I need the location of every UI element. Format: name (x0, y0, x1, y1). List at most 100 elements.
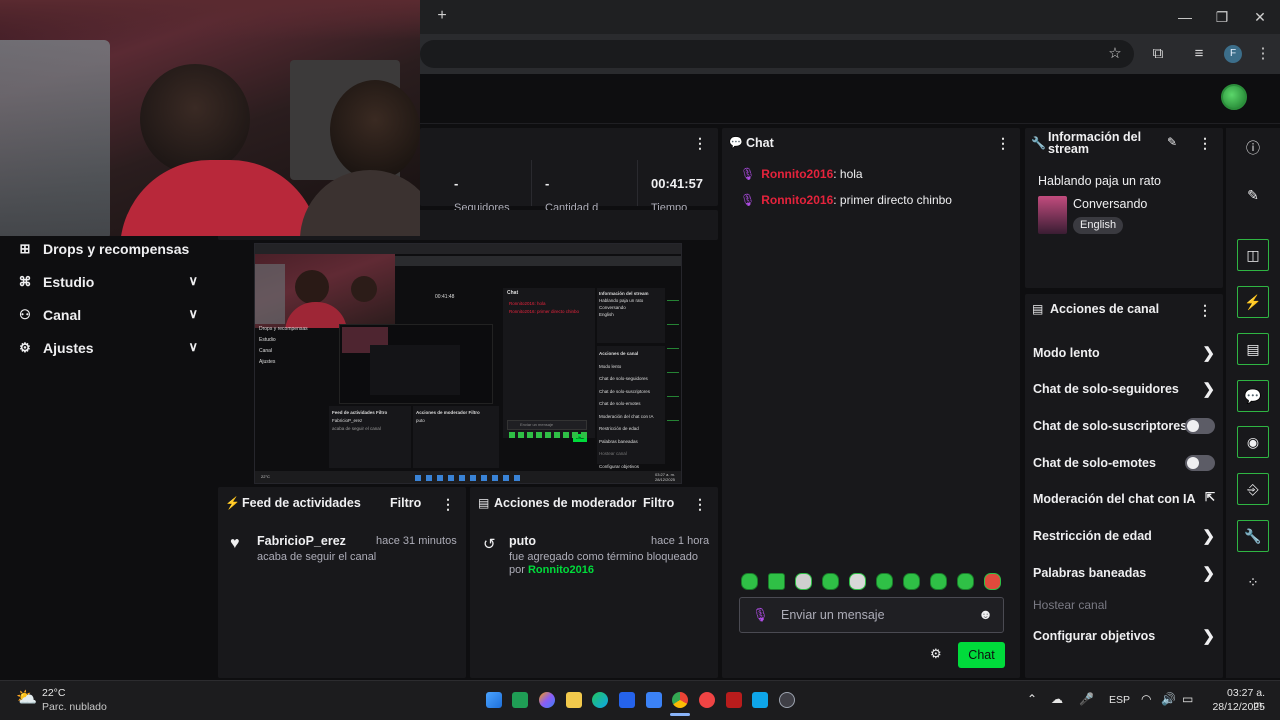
clock-date[interactable]: 28/12/2025 (1211, 701, 1265, 713)
log-icon: ▤ (478, 496, 490, 510)
webcam-overlay (0, 0, 420, 236)
stats-more-icon[interactable]: ⋮ (693, 135, 707, 152)
notes-action-button[interactable]: ▤ (1237, 333, 1269, 365)
excel-icon[interactable] (512, 692, 528, 708)
nav-label: Estudio (43, 274, 95, 290)
microphone-icon[interactable]: 🎤 (1079, 692, 1094, 706)
emote-button[interactable] (903, 573, 920, 590)
moderator-username[interactable]: Ronnito2016 (528, 564, 594, 576)
file-explorer-icon[interactable] (566, 692, 582, 708)
weather-icon[interactable]: ⛅ (16, 688, 37, 708)
action-label: Moderación del chat con IA (1033, 492, 1196, 506)
stream-preview-video[interactable]: Drops y recompensas Estudio Canal Ajuste… (254, 243, 682, 484)
profile-avatar[interactable]: F (1224, 45, 1242, 63)
blocked-term: puto (509, 534, 537, 548)
info-icon[interactable]: ⓘ (1241, 136, 1265, 160)
nav-channel[interactable]: ⚇ Canal ∨ (16, 303, 204, 327)
action-followers-only[interactable]: Chat de solo-seguidores ❯ (1033, 379, 1215, 399)
feed-username[interactable]: FabricioP_erez (257, 534, 346, 548)
action-age-restriction[interactable]: Restricción de edad ❯ (1033, 526, 1215, 546)
edit-pencil-icon[interactable]: ✎ (1241, 183, 1265, 207)
nested-right-rail (667, 288, 679, 438)
chat-more-icon[interactable]: ⋮ (996, 135, 1010, 152)
app-icon-gray[interactable] (779, 692, 795, 708)
start-button-icon[interactable] (486, 692, 502, 708)
broadcast-action-button[interactable]: ◉ (1237, 426, 1269, 458)
channel-actions-more-icon[interactable]: ⋮ (1198, 302, 1212, 319)
minimize-button[interactable]: — (1175, 8, 1195, 26)
subscribers-only-toggle[interactable] (1185, 418, 1215, 434)
emote-button[interactable] (795, 573, 812, 590)
nav-settings[interactable]: ⚙ Ajustes ∨ (16, 336, 204, 360)
action-ai-moderation[interactable]: Moderación del chat con IA ⇱ (1033, 489, 1215, 509)
emote-button[interactable] (768, 573, 785, 590)
bookmark-star-icon[interactable]: ☆ (1104, 44, 1126, 64)
address-input[interactable] (420, 40, 1134, 68)
wrench-action-button[interactable]: 🔧 (1237, 520, 1269, 552)
category-boxart[interactable] (1038, 196, 1067, 234)
activity-feed-more-icon[interactable]: ⋮ (441, 496, 455, 513)
chat-username[interactable]: Ronnito2016 (761, 193, 833, 207)
stream-info-more-icon[interactable]: ⋮ (1198, 135, 1212, 152)
nav-drops[interactable]: ⊞ Drops y recompensas (16, 237, 204, 261)
action-label: Chat de solo-seguidores (1033, 382, 1179, 396)
media-controls-icon[interactable]: ≡ (1188, 44, 1210, 64)
stream-category[interactable]: Conversando (1073, 197, 1147, 211)
raid-action-button[interactable]: ⎆ (1237, 473, 1269, 505)
emote-button[interactable] (741, 573, 758, 590)
moderator-actions-filter-button[interactable]: Filtro (643, 496, 674, 510)
emote-button[interactable] (876, 573, 893, 590)
onedrive-icon[interactable]: ☁ (1051, 692, 1063, 706)
emote-picker-icon[interactable]: ☻ (978, 606, 993, 622)
action-label: Palabras baneadas (1033, 566, 1147, 580)
app-icon-blue[interactable] (752, 692, 768, 708)
chat-settings-gear-icon[interactable]: ⚙ (930, 646, 942, 662)
emote-button[interactable] (957, 573, 974, 590)
chat-input[interactable]: 🎙 Enviar un mensaje ☻ (739, 597, 1004, 633)
emote-button[interactable] (822, 573, 839, 590)
add-action-icon[interactable]: ⁘ (1241, 570, 1265, 594)
moderator-actions-title: Acciones de moderador (494, 496, 637, 510)
nav-studio[interactable]: ⌘ Estudio ∨ (16, 270, 204, 294)
chat-send-button[interactable]: Chat (958, 642, 1005, 668)
action-host-channel: Hostear canal (1033, 595, 1215, 615)
battery-icon[interactable]: ▭ (1182, 692, 1193, 706)
emote-only-toggle[interactable] (1185, 455, 1215, 471)
boost-action-button[interactable]: ⚡ (1237, 286, 1269, 318)
activity-feed-filter-button[interactable]: Filtro (390, 496, 421, 510)
browser-menu-icon[interactable]: ⋮ (1252, 44, 1274, 64)
volume-icon[interactable]: 🔊 (1161, 692, 1176, 706)
heart-icon: ♥ (230, 535, 240, 552)
stat-divider (531, 160, 532, 206)
restore-button[interactable]: ❐ (1212, 8, 1232, 26)
copilot-icon[interactable] (539, 692, 555, 708)
gift-icon: ⊞ (19, 241, 31, 256)
new-tab-button[interactable]: + (434, 7, 450, 25)
chrome-icon[interactable] (672, 692, 688, 708)
weather-temperature: 22°C (42, 687, 66, 699)
chat-action-button[interactable]: 💬 (1237, 380, 1269, 412)
chat-username[interactable]: Ronnito2016 (761, 167, 833, 181)
emote-button[interactable] (849, 573, 866, 590)
app-icon-dark-red[interactable] (726, 692, 742, 708)
user-avatar[interactable] (1221, 84, 1247, 110)
emote-button[interactable] (984, 573, 1001, 590)
edit-pencil-icon[interactable]: ✎ (1167, 135, 1177, 149)
edge-icon[interactable] (592, 692, 608, 708)
outlook-icon[interactable] (619, 692, 635, 708)
clip-action-button[interactable]: ◫ (1237, 239, 1269, 271)
action-goals[interactable]: Configurar objetivos ❯ (1033, 626, 1215, 646)
word-icon[interactable] (646, 692, 662, 708)
wifi-icon[interactable]: ◠ (1141, 692, 1151, 706)
emote-button[interactable] (930, 573, 947, 590)
close-window-button[interactable]: ✕ (1250, 8, 1270, 26)
language-tag[interactable]: English (1073, 217, 1124, 234)
action-banned-words[interactable]: Palabras baneadas ❯ (1033, 563, 1215, 583)
app-icon-red[interactable] (699, 692, 715, 708)
nested-channel-actions: Acciones de canal Modo lento Chat de sol… (597, 346, 665, 469)
action-slow-mode[interactable]: Modo lento ❯ (1033, 343, 1215, 363)
input-language[interactable]: ESP (1109, 694, 1130, 706)
moderator-actions-more-icon[interactable]: ⋮ (693, 496, 707, 513)
extensions-icon[interactable]: ⧉ (1147, 44, 1169, 64)
tray-chevron-up-icon[interactable]: ⌃ (1027, 692, 1037, 706)
